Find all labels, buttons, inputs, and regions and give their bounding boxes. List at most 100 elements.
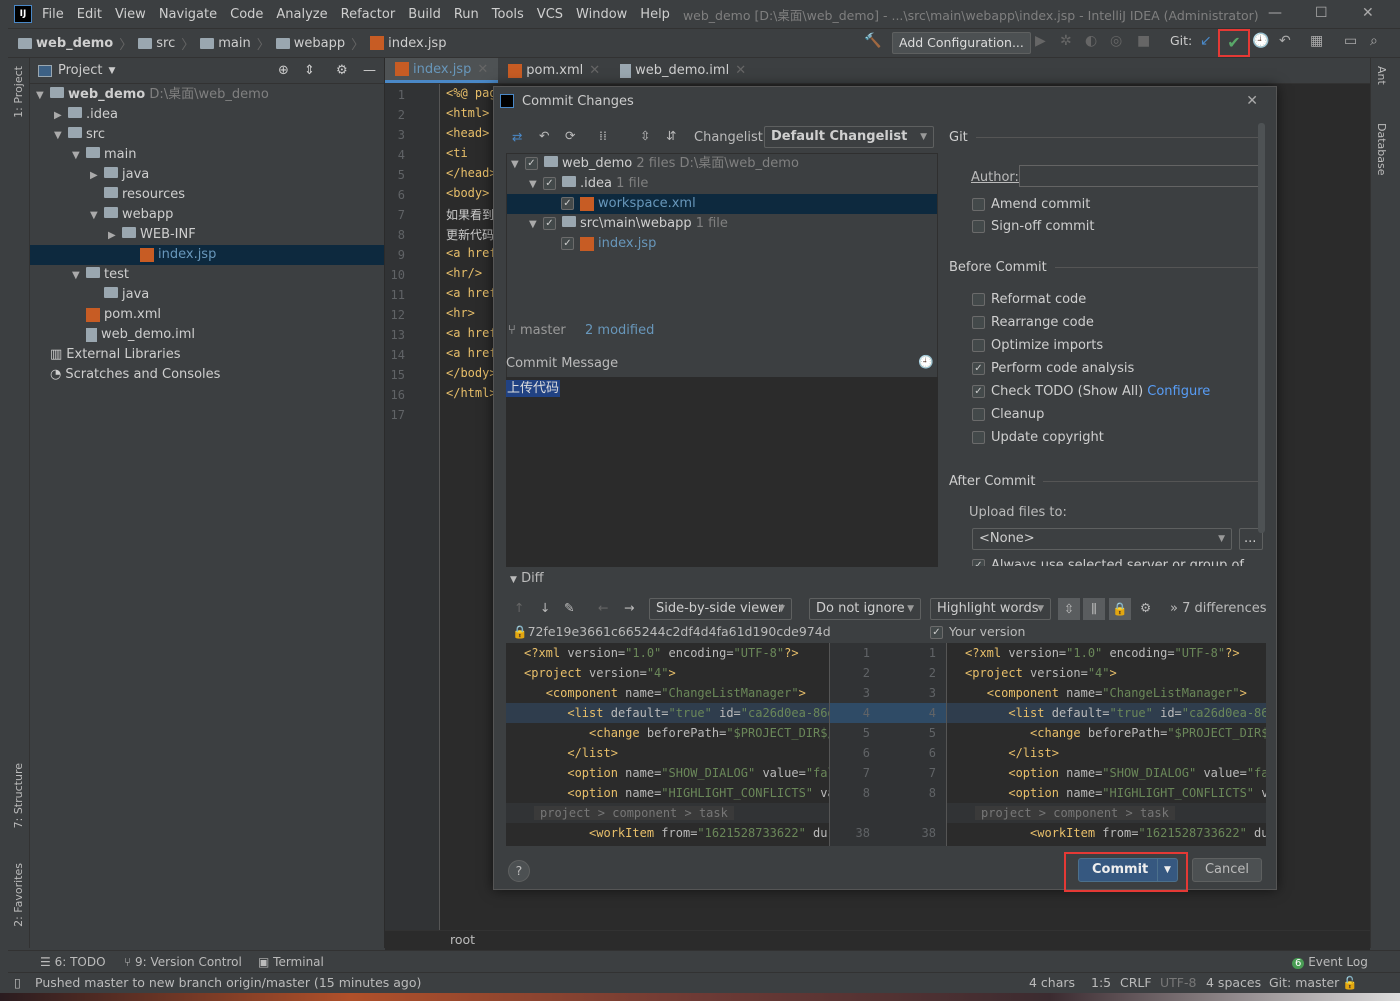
breadcrumb-main[interactable]: main 〉 <box>200 34 270 53</box>
code-line[interactable]: <a href <box>446 326 497 340</box>
modified-count[interactable]: 2 modified <box>585 323 654 338</box>
diff-left-pane[interactable]: <?xml version="1.0" encoding="UTF-8"?> <p… <box>506 643 829 846</box>
sign-off-commit-checkbox[interactable]: Sign-off commit <box>972 219 1094 234</box>
tab-pom-xml[interactable]: pom.xml ✕ <box>498 58 610 83</box>
project-tree-item[interactable]: resources <box>30 185 384 205</box>
diff-toggle[interactable]: ▼ Diff <box>510 571 544 586</box>
diff-settings-gear-icon[interactable]: ⚙ <box>1140 600 1151 615</box>
changes-tree-item[interactable]: ▼ ✓ .idea 1 file <box>507 174 937 194</box>
always-use-server-checkbox[interactable]: ✓ Always use selected server or group of … <box>972 558 1276 566</box>
changes-tree-item[interactable]: ▼ ✓ src\main\webapp 1 file <box>507 214 937 234</box>
code-line[interactable]: <head> <box>446 126 489 140</box>
toggle-tool-windows-icon[interactable]: ▯ <box>14 975 21 990</box>
project-tree-item[interactable]: ▼ web_demo D:\桌面\web_demo <box>30 85 384 105</box>
run-icon[interactable]: ▶ <box>1035 33 1046 49</box>
collapse-unchanged-icon[interactable]: ⇳ <box>1058 598 1080 620</box>
build-hammer-icon[interactable]: 🔨 <box>864 33 881 49</box>
before-commit-option-checkbox[interactable]: Reformat code <box>972 292 1086 307</box>
diff-right-pane[interactable]: <?xml version="1.0" encoding="UTF-8"?> <p… <box>947 643 1266 846</box>
database-tool-button[interactable]: Database <box>1375 123 1388 176</box>
viewer-dropdown[interactable]: Side-by-side viewer ▼ <box>649 598 792 620</box>
git-commit-icon[interactable]: ✔ <box>1218 29 1250 57</box>
expand-arrow-icon[interactable]: ▼ <box>72 146 86 166</box>
git-update-icon[interactable]: ↙ <box>1200 33 1212 49</box>
upload-server-dropdown[interactable]: <None> ▼ <box>972 528 1232 550</box>
project-view-dropdown[interactable]: Project <box>58 63 102 78</box>
rollback-icon[interactable]: ↶ <box>539 128 549 143</box>
branch-indicator[interactable]: ⑂ master <box>508 323 566 338</box>
debug-icon[interactable]: ✲ <box>1060 33 1072 49</box>
changes-tree-item[interactable]: ✓ workspace.xml <box>507 194 937 214</box>
project-tree-item[interactable]: ▥ External Libraries <box>30 345 384 365</box>
previous-file-icon[interactable]: ← <box>598 600 608 615</box>
changes-tree-item[interactable]: ✓ index.jsp <box>507 234 937 254</box>
before-commit-option-checkbox[interactable]: Cleanup <box>972 407 1044 422</box>
cancel-button[interactable]: Cancel <box>1192 858 1262 882</box>
project-tree-item[interactable]: java <box>30 285 384 305</box>
close-tab-icon[interactable]: ✕ <box>735 63 746 78</box>
expand-arrow-icon[interactable]: ▶ <box>90 166 104 186</box>
breadcrumb-web-demo[interactable]: web_demo 〉 <box>18 34 132 53</box>
code-line[interactable]: </head> <box>446 166 497 180</box>
refresh-icon[interactable]: ⟳ <box>565 128 575 143</box>
expand-arrow-icon[interactable]: ▼ <box>54 126 68 146</box>
menu-tools[interactable]: Tools <box>492 7 524 22</box>
before-commit-option-checkbox[interactable]: ✓ Perform code analysis <box>972 361 1134 376</box>
menu-view[interactable]: View <box>115 7 146 22</box>
code-line[interactable]: <html> <box>446 106 489 120</box>
menu-navigate[interactable]: Navigate <box>159 7 217 22</box>
author-input[interactable] <box>1019 165 1259 187</box>
version-control-tool-button[interactable]: ⑂ 9: Version Control <box>124 955 242 969</box>
breadcrumb-src[interactable]: src 〉 <box>138 34 194 53</box>
history-icon[interactable]: 🕘 <box>1252 33 1269 49</box>
before-commit-option-checkbox[interactable]: ✓ Check TODO (Show All) Configure <box>972 384 1210 399</box>
locate-icon[interactable]: ⊕ <box>278 63 289 78</box>
layout-icon[interactable]: ▭ <box>1344 33 1357 49</box>
project-tree-item[interactable]: index.jsp <box>30 245 384 265</box>
expand-all-icon[interactable]: ⇳ <box>640 128 650 143</box>
close-tab-icon[interactable]: ✕ <box>589 63 600 78</box>
next-difference-icon[interactable]: ↓ <box>540 600 550 615</box>
highlight-dropdown[interactable]: Highlight words ▼ <box>930 598 1051 620</box>
project-tree-item[interactable]: ▼ src <box>30 125 384 145</box>
expand-arrow-icon[interactable]: ▼ <box>36 86 50 106</box>
expand-arrow-icon[interactable]: ▼ <box>90 206 104 226</box>
close-dialog-button[interactable]: ✕ <box>1246 93 1258 109</box>
code-line[interactable]: <hr/> <box>446 266 482 280</box>
include-checkbox[interactable]: ✓ <box>543 177 556 190</box>
project-tree-item[interactable]: ▼ main <box>30 145 384 165</box>
menu-window[interactable]: Window <box>576 7 627 22</box>
search-icon[interactable]: ⌕ <box>1370 33 1378 49</box>
expand-arrow-icon[interactable]: ▶ <box>54 106 68 126</box>
edit-source-icon[interactable]: ✎ <box>564 600 574 615</box>
status-message[interactable]: Pushed master to new branch origin/maste… <box>35 975 421 990</box>
code-line[interactable]: <a href <box>446 246 497 260</box>
breadcrumb-root[interactable]: root <box>450 932 475 947</box>
before-commit-option-checkbox[interactable]: Rearrange code <box>972 315 1094 330</box>
profile-icon[interactable]: ◎ <box>1110 33 1122 49</box>
gear-icon[interactable]: ⚙ <box>336 63 348 78</box>
message-history-icon[interactable]: 🕘 <box>918 354 934 370</box>
project-tree-item[interactable]: ▼ webapp <box>30 205 384 225</box>
code-line[interactable]: </html> <box>446 386 497 400</box>
file-encoding[interactable]: UTF-8 <box>1160 975 1196 990</box>
folded-region[interactable]: project > component > task <box>947 803 1266 823</box>
breadcrumb-index-jsp[interactable]: index.jsp <box>370 36 446 51</box>
structure-tool-button[interactable]: 7: Structure <box>12 763 25 828</box>
close-window-button[interactable]: ✕ <box>1362 5 1374 21</box>
project-tree-item[interactable]: ▼ test <box>30 265 384 285</box>
code-line[interactable]: <a href <box>446 286 497 300</box>
maximize-button[interactable]: ☐ <box>1315 5 1328 21</box>
todo-tool-button[interactable]: ☰ 6: TODO <box>40 955 106 969</box>
code-line[interactable]: <ti <box>446 146 468 160</box>
stop-icon[interactable]: ■ <box>1137 33 1150 49</box>
project-tree-item[interactable]: ▶ WEB-INF <box>30 225 384 245</box>
before-commit-option-checkbox[interactable]: Optimize imports <box>972 338 1103 353</box>
caret-position[interactable]: 1:5 <box>1091 975 1111 990</box>
lock-icon[interactable]: 🔓 <box>1342 975 1358 991</box>
menu-analyze[interactable]: Analyze <box>276 7 327 22</box>
changelist-dropdown[interactable]: Default Changelist ▼ <box>764 126 934 148</box>
expand-arrow-icon[interactable]: ▶ <box>108 226 122 246</box>
menu-refactor[interactable]: Refactor <box>341 7 396 22</box>
project-tree-item[interactable]: ▶ .idea <box>30 105 384 125</box>
